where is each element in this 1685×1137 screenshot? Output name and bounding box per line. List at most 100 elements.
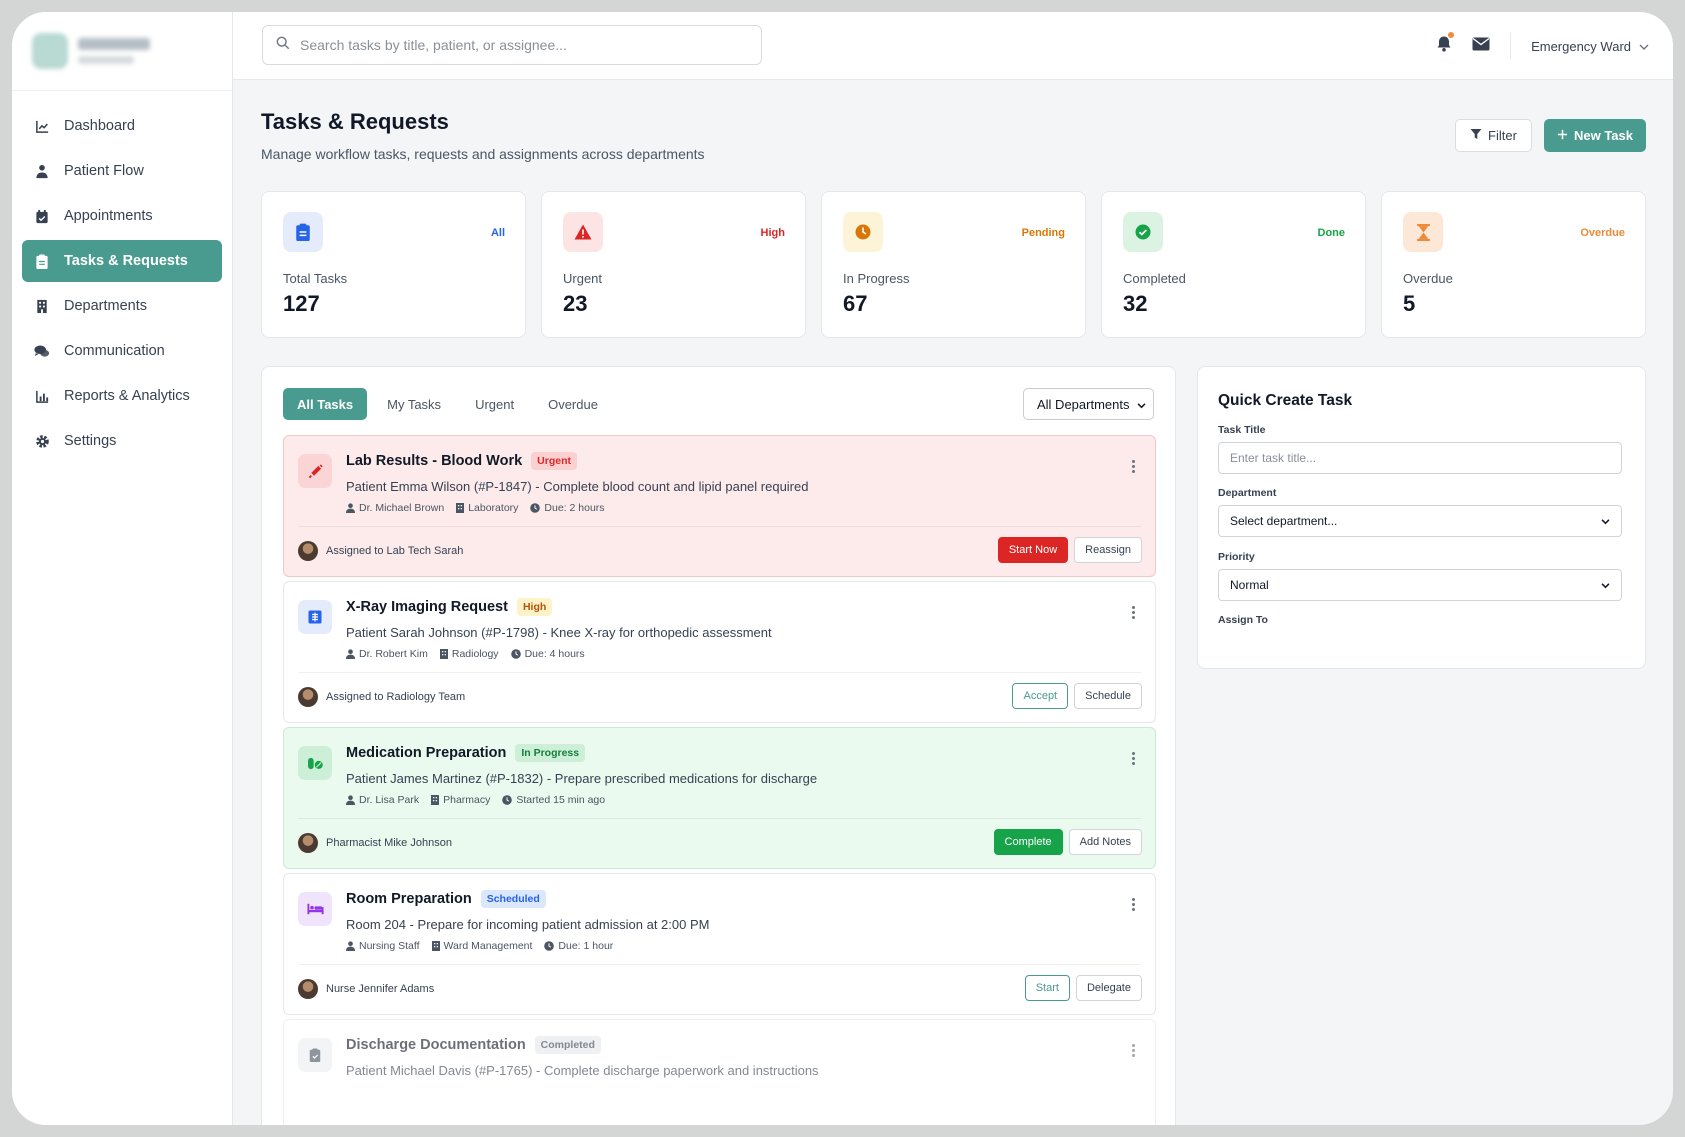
complete-button[interactable]: Complete <box>993 829 1063 855</box>
search-input[interactable] <box>300 37 761 53</box>
task-assignee: Pharmacist Mike Johnson <box>298 833 452 853</box>
building-icon <box>431 795 440 805</box>
sidebar-item-tasks-requests[interactable]: Tasks & Requests <box>22 240 222 282</box>
stat-tag: Done <box>1317 227 1346 239</box>
sidebar-item-dashboard[interactable]: Dashboard <box>22 105 222 147</box>
task-actions: Start Now Reassign <box>997 537 1142 563</box>
pills-icon <box>298 746 332 780</box>
assignee-text: Pharmacist Mike Johnson <box>326 837 452 849</box>
new-task-button[interactable]: New Task <box>1544 119 1646 152</box>
task-due: Started 15 min ago <box>502 794 605 806</box>
task-title-row: Room Preparation Scheduled <box>346 890 546 908</box>
department-filter-select[interactable]: All Departments <box>1023 388 1154 420</box>
sidebar-item-reports-analytics[interactable]: Reports & Analytics <box>22 375 222 417</box>
task-description: Patient James Martinez (#P-1832) - Prepa… <box>346 771 818 786</box>
sidebar-item-label: Departments <box>64 298 148 314</box>
task-requester: Dr. Michael Brown <box>346 502 444 514</box>
task-title-row: Medication Preparation In Progress <box>346 744 586 762</box>
due-text: Due: 4 hours <box>524 648 585 660</box>
accept-button[interactable]: Accept <box>1012 683 1069 709</box>
sidebar-item-patient-flow[interactable]: Patient Flow <box>22 150 222 192</box>
syringe-icon <box>298 454 332 488</box>
filter-button[interactable]: Filter <box>1455 119 1532 152</box>
check-circle-icon <box>1123 212 1163 252</box>
filter-icon <box>1470 128 1482 143</box>
building-icon <box>456 503 465 513</box>
task-due: Due: 4 hours <box>510 648 585 660</box>
stat-label: Completed <box>1123 271 1186 286</box>
messages-button[interactable] <box>1472 37 1490 56</box>
stat-tag: High <box>760 227 785 239</box>
assign-to-label: Assign To <box>1218 614 1268 626</box>
tab-my-tasks[interactable]: My Tasks <box>373 388 455 420</box>
task-meta: Dr. Robert Kim Radiology Due: 4 hours <box>346 648 585 660</box>
task-meta: Nursing Staff Ward Management Due: 1 hou… <box>346 940 613 952</box>
search-icon <box>276 36 290 55</box>
user-icon <box>346 649 355 659</box>
priority-select[interactable]: Normal <box>1218 569 1622 601</box>
gear-icon <box>34 433 50 449</box>
task-title: Room Preparation <box>346 891 472 907</box>
reassign-button[interactable]: Reassign <box>1074 537 1142 563</box>
comments-icon <box>34 343 50 359</box>
tab-overdue[interactable]: Overdue <box>534 388 612 420</box>
more-options-icon[interactable] <box>1132 460 1135 473</box>
ward-selector[interactable]: Emergency Ward <box>1531 39 1649 54</box>
sidebar-nav: Dashboard Patient Flow Appointments Task… <box>12 91 232 479</box>
task-card[interactable]: Lab Results - Blood Work Urgent Patient … <box>283 435 1156 577</box>
sidebar-item-departments[interactable]: Departments <box>22 285 222 327</box>
stat-label: In Progress <box>843 271 910 286</box>
plus-icon <box>1557 128 1568 143</box>
more-options-icon[interactable] <box>1132 898 1135 911</box>
logo-wordmark <box>78 38 150 64</box>
task-description: Room 204 - Prepare for incoming patient … <box>346 917 710 932</box>
task-title-input[interactable]: Enter task title... <box>1218 442 1622 474</box>
start-button[interactable]: Start <box>1024 975 1070 1001</box>
sidebar-item-communication[interactable]: Communication <box>22 330 222 372</box>
requester-name: Nursing Staff <box>359 940 420 952</box>
sidebar-item-settings[interactable]: Settings <box>22 420 222 462</box>
task-card[interactable]: Medication Preparation In Progress Patie… <box>283 727 1156 869</box>
task-title: Discharge Documentation <box>346 1037 526 1053</box>
start-now-button[interactable]: Start Now <box>997 537 1069 563</box>
divider <box>298 672 1141 673</box>
sidebar-item-appointments[interactable]: Appointments <box>22 195 222 237</box>
stat-value: 67 <box>843 291 868 316</box>
task-requester: Dr. Robert Kim <box>346 648 428 660</box>
user-injured-icon <box>34 163 50 179</box>
task-card[interactable]: Room Preparation Scheduled Room 204 - Pr… <box>283 873 1156 1015</box>
delegate-button[interactable]: Delegate <box>1075 975 1142 1001</box>
sidebar-item-label: Patient Flow <box>64 163 144 179</box>
department-select-value: Select department... <box>1230 514 1338 528</box>
department-name: Ward Management <box>443 940 533 952</box>
stat-value: 5 <box>1403 291 1416 316</box>
more-options-icon[interactable] <box>1132 752 1135 765</box>
task-actions: Start Delegate <box>1024 975 1142 1001</box>
top-actions: Emergency Ward <box>1436 12 1649 80</box>
tab-all-tasks[interactable]: All Tasks <box>283 388 368 420</box>
more-options-icon[interactable] <box>1132 606 1135 619</box>
notifications-button[interactable] <box>1436 32 1455 57</box>
building-icon <box>431 941 440 951</box>
assignee-text: Nurse Jennifer Adams <box>326 983 435 995</box>
divider <box>1510 33 1512 59</box>
sidebar: Dashboard Patient Flow Appointments Task… <box>12 12 233 1125</box>
task-card[interactable]: X-Ray Imaging Request High Patient Sarah… <box>283 581 1156 723</box>
stat-tag: Pending <box>1021 227 1065 239</box>
stat-value: 127 <box>283 291 320 316</box>
add-notes-button[interactable]: Add Notes <box>1068 829 1142 855</box>
chart-line-icon <box>34 118 50 134</box>
requester-name: Dr. Robert Kim <box>359 648 428 660</box>
stat-value: 32 <box>1123 291 1148 316</box>
more-options-icon[interactable] <box>1132 1044 1135 1057</box>
ward-label: Emergency Ward <box>1531 38 1631 54</box>
user-icon <box>346 795 355 805</box>
x-ray-icon <box>298 600 332 634</box>
search-box[interactable] <box>262 25 762 65</box>
app-logo <box>12 12 232 91</box>
tab-urgent[interactable]: Urgent <box>461 388 528 420</box>
department-select[interactable]: Select department... <box>1218 505 1622 537</box>
task-card[interactable]: Discharge Documentation Completed Patien… <box>283 1019 1156 1125</box>
schedule-button[interactable]: Schedule <box>1074 683 1142 709</box>
requester-name: Dr. Lisa Park <box>359 794 420 806</box>
